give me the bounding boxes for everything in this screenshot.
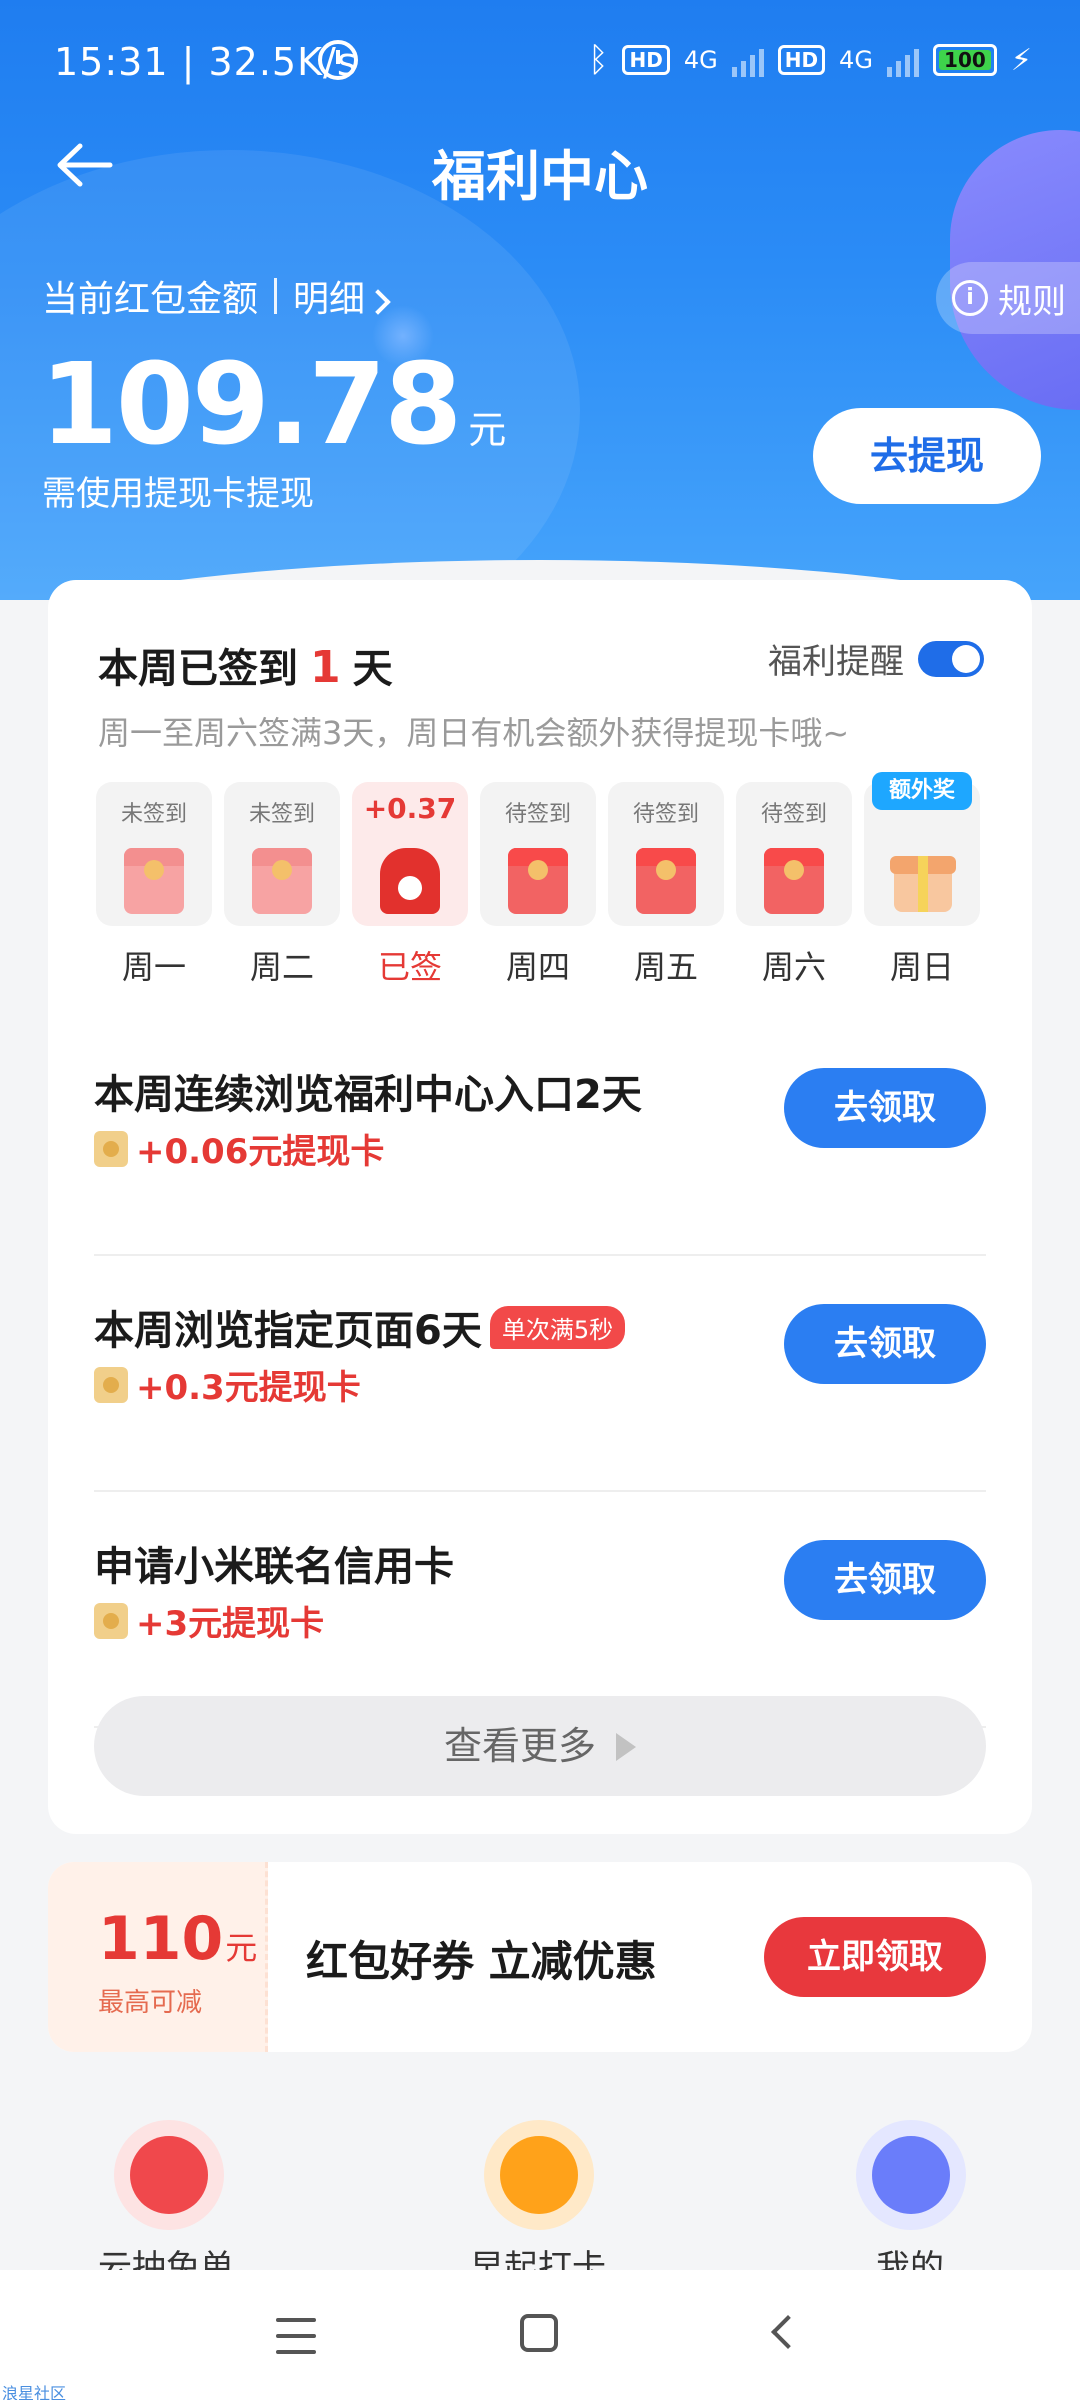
status-icons: ᛒ HD 4G HD 4G 100 ⚡ (588, 40, 1032, 80)
balance-note: 需使用提现卡提现 (42, 474, 314, 514)
home-icon[interactable] (520, 2314, 558, 2352)
back-icon[interactable] (771, 2315, 805, 2349)
day-tuesday[interactable]: 未签到 周二 (224, 782, 340, 986)
page-title: 福利中心 (432, 145, 648, 208)
task-reward: +0.3元提现卡 (94, 1360, 361, 1409)
day-friday[interactable]: 待签到 周五 (608, 782, 724, 986)
red-envelope-icon (636, 848, 696, 914)
coupon-banner[interactable]: 110 元 最高可减 红包好券 立减优惠 立即领取 (48, 1862, 1032, 2052)
play-arrow-icon (616, 1733, 636, 1761)
battery-icon: 100 (932, 44, 997, 76)
task-item: 本周浏览指定页面6天 单次满5秒 +0.3元提现卡 去领取 (94, 1256, 986, 1492)
task-name: 申请小米联名信用卡 (94, 1544, 454, 1590)
task-reward: +3元提现卡 (94, 1596, 324, 1645)
recent-apps-icon[interactable] (276, 2318, 316, 2354)
divider (274, 278, 278, 314)
gift-icon (890, 842, 956, 912)
chevron-right-icon (365, 289, 391, 315)
extra-reward-badge: 额外奖 (872, 772, 972, 810)
user-icon (872, 2136, 950, 2214)
claim-button[interactable]: 去领取 (784, 1540, 986, 1620)
balance-amount: 109.78 元 (40, 340, 507, 470)
hd-badge-2: HD (777, 45, 826, 75)
rules-button[interactable]: i 规则 (936, 262, 1080, 334)
info-icon: i (952, 280, 988, 316)
task-name: 本周浏览指定页面6天 单次满5秒 (94, 1298, 626, 1356)
withdraw-card-icon (94, 1366, 128, 1403)
withdraw-card-icon (94, 1602, 128, 1639)
system-nav-bar (0, 2270, 1080, 2400)
task-item: 本周连续浏览福利中心入口2天 +0.06元提现卡 去领取 (94, 1020, 986, 1256)
checkin-shortcut[interactable] (484, 2120, 594, 2230)
red-envelope-icon (252, 848, 312, 914)
opened-envelope-icon (380, 848, 440, 914)
coupon-stub: 110 元 最高可减 (48, 1862, 268, 2052)
withdraw-button[interactable]: 去提现 (813, 408, 1041, 504)
status-time: 15:31 | 32.5K/s (54, 40, 358, 84)
day-saturday[interactable]: 待签到 周六 (736, 782, 852, 986)
red-envelope-icon (764, 848, 824, 914)
day-thursday[interactable]: 待签到 周四 (480, 782, 596, 986)
lottery-icon (130, 2136, 208, 2214)
day-sunday[interactable]: 额外奖 周日 (864, 772, 980, 986)
alarm-icon (318, 40, 358, 80)
claim-button[interactable]: 去领取 (784, 1304, 986, 1384)
watermark: 浪星社区 (2, 2384, 67, 2400)
charging-icon: ⚡ (1010, 42, 1032, 78)
signal-icon (731, 43, 764, 77)
coupon-subtitle: 最高可减 (98, 1988, 203, 2018)
signin-title: 本周已签到 1 天 (98, 642, 393, 693)
coupon-title: 红包好券 立减优惠 (306, 1937, 657, 1986)
claim-button[interactable]: 去领取 (784, 1068, 986, 1148)
task-tag: 单次满5秒 (489, 1305, 626, 1349)
red-envelope-icon (508, 848, 568, 914)
task-item: 申请小米联名信用卡 +3元提现卡 去领取 (94, 1492, 986, 1728)
red-envelope-icon (124, 848, 184, 914)
signin-days: 未签到 周一 未签到 周二 +0.37 已签 待签到 周四 待签到 周五 待签到… (96, 772, 986, 986)
day-wednesday[interactable]: +0.37 已签 (352, 782, 468, 986)
signin-description: 周一至周六签满3天，周日有机会额外获得提现卡哦~ (98, 714, 850, 752)
reminder-toggle[interactable] (918, 640, 984, 677)
hd-badge: HD (622, 45, 670, 75)
details-link[interactable]: 明细 (293, 270, 391, 322)
claim-now-button[interactable]: 立即领取 (764, 1917, 986, 1997)
withdraw-card-icon (94, 1130, 128, 1167)
calendar-icon (500, 2136, 578, 2214)
bluetooth-icon: ᛒ (588, 40, 609, 80)
balance-label: 当前红包金额 明细 (42, 270, 391, 322)
network-label-2: 4G (839, 46, 873, 74)
task-name: 本周连续浏览福利中心入口2天 (94, 1072, 642, 1118)
network-label: 4G (683, 46, 718, 74)
task-reward: +0.06元提现卡 (94, 1124, 384, 1173)
view-more-button[interactable]: 查看更多 (94, 1696, 986, 1796)
welfare-reminder: 福利提醒 (768, 634, 984, 683)
profile-shortcut[interactable] (856, 2120, 966, 2230)
day-monday[interactable]: 未签到 周一 (96, 782, 212, 986)
coupon-amount: 110 元 (98, 1904, 258, 1974)
status-bar: 15:31 | 32.5K/s ᛒ HD 4G HD 4G 100 ⚡ (0, 0, 1080, 124)
signal-icon-2 (886, 43, 919, 77)
welfare-card: 本周已签到 1 天 福利提醒 周一至周六签满3天，周日有机会额外获得提现卡哦~ … (48, 580, 1032, 1834)
lottery-shortcut[interactable] (114, 2120, 224, 2230)
